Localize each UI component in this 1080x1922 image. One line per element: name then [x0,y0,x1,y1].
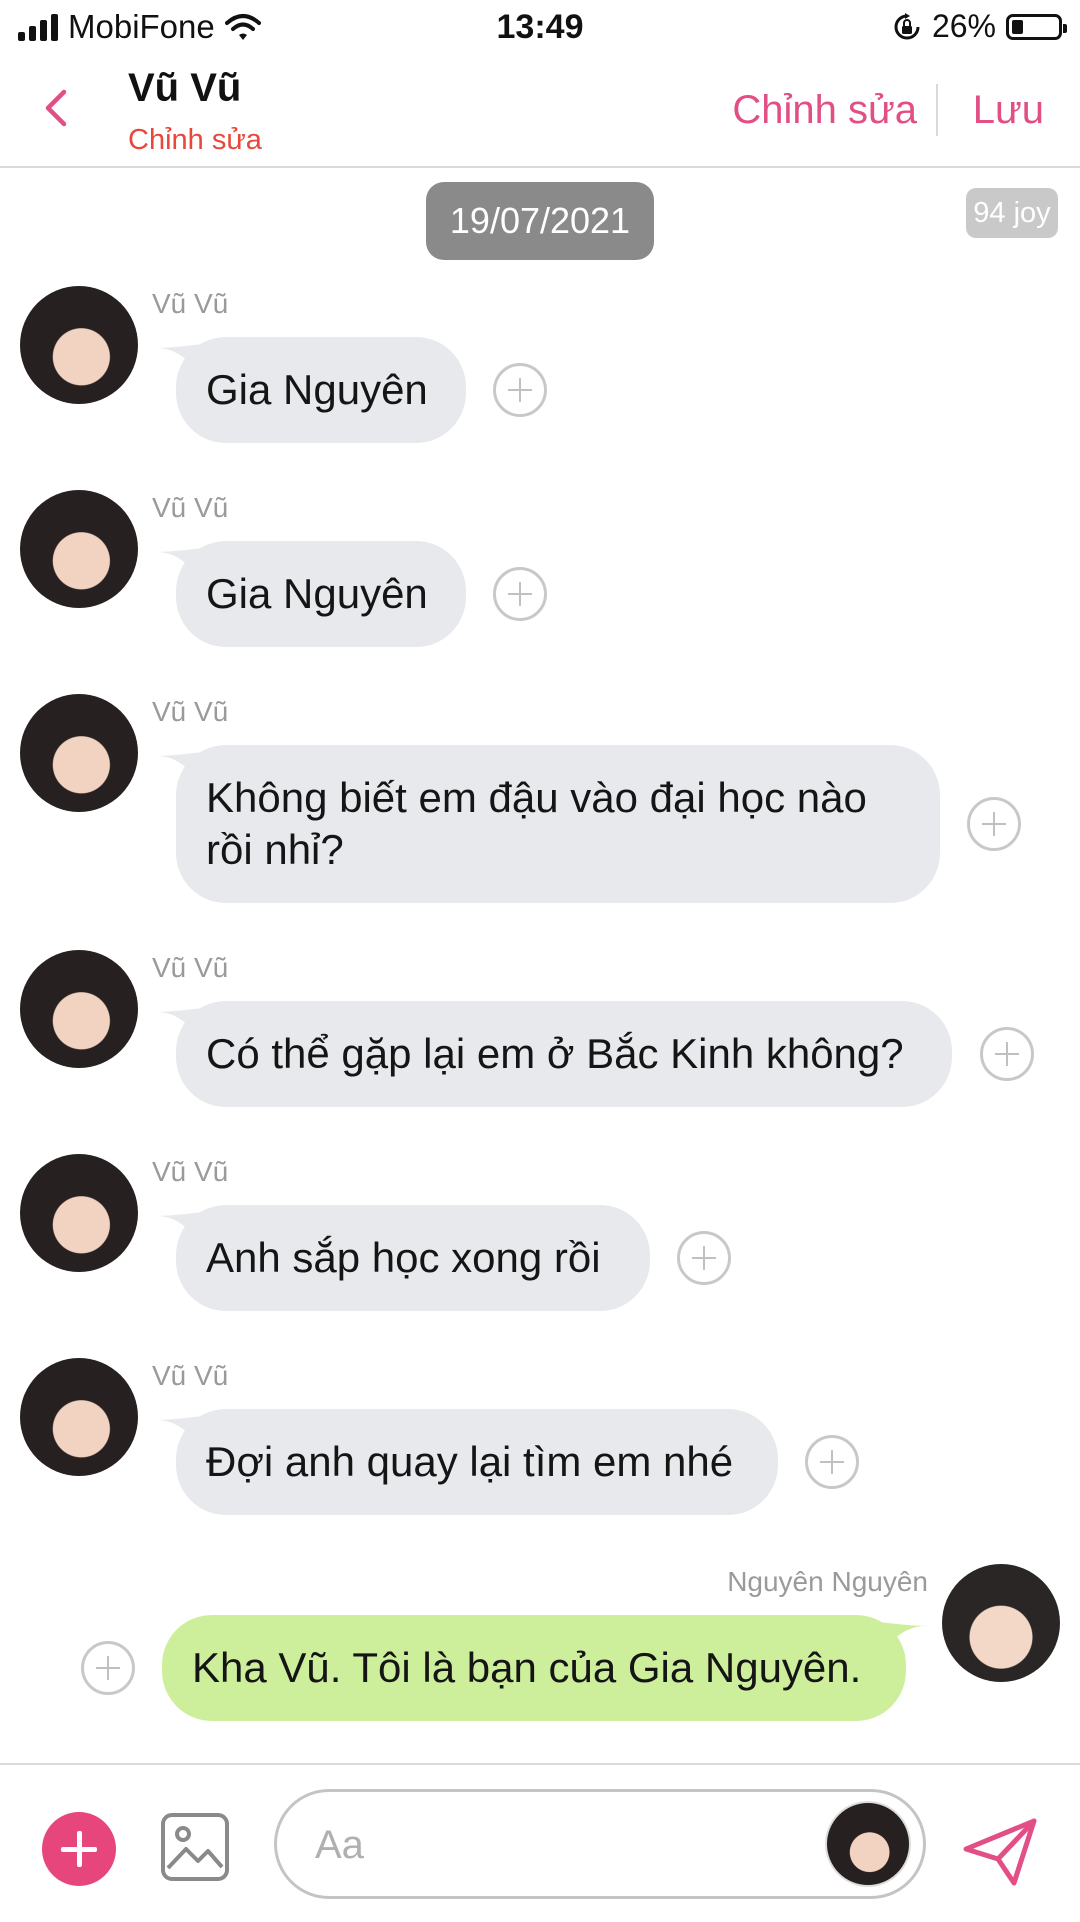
sender-name: Vũ Vũ [152,288,229,319]
sender-name: Vũ Vũ [152,1360,229,1391]
save-button[interactable]: Lưu [973,88,1044,133]
paper-plane-icon[interactable] [962,1817,1038,1887]
battery-icon [1006,13,1067,40]
message-bubble[interactable]: Không biết em đậu vào đại học nào rồi nh… [176,745,940,903]
plus-icon[interactable] [81,1641,135,1695]
message-bubble[interactable]: Kha Vũ. Tôi là bạn của Gia Nguyên. [162,1615,906,1721]
message-bubble[interactable]: Đợi anh quay lại tìm em nhé [176,1409,778,1515]
sender-name: Nguyên Nguyên [727,1566,928,1597]
avatar[interactable] [20,950,138,1068]
message-bubble[interactable]: Có thể gặp lại em ở Bắc Kinh không? [176,1001,952,1107]
chat-title: Vũ Vũ [128,66,242,110]
message-text: Kha Vũ. Tôi là bạn của Gia Nguyên. [192,1644,862,1691]
plus-icon[interactable] [493,567,547,621]
message-text: Anh sắp học xong rồi [206,1234,601,1281]
plus-icon[interactable] [677,1231,731,1285]
message-bubble[interactable]: Gia Nguyên [176,541,466,647]
sender-name: Vũ Vũ [152,696,229,727]
chat-subtitle[interactable]: Chỉnh sửa [128,124,262,157]
header-divider [936,84,938,136]
orientation-lock-icon [894,12,920,39]
chevron-left-icon[interactable] [36,86,80,130]
plus-circle-icon[interactable] [42,1812,116,1886]
plus-icon[interactable] [980,1027,1034,1081]
chat-header: Vũ Vũ Chỉnh sửa Chỉnh sửa Lưu [0,58,1080,168]
avatar[interactable] [942,1564,1060,1682]
message-text: Gia Nguyên [206,366,428,413]
sender-name: Vũ Vũ [152,952,229,983]
sender-name: Vũ Vũ [152,492,229,523]
avatar[interactable] [20,694,138,812]
plus-icon[interactable] [967,797,1021,851]
avatar[interactable] [20,286,138,404]
avatar[interactable] [20,490,138,608]
battery-percent: 26% [931,8,996,44]
message-bubble[interactable]: Anh sắp học xong rồi [176,1205,650,1311]
message-bubble[interactable]: Gia Nguyên [176,337,466,443]
message-text: Gia Nguyên [206,570,428,617]
avatar[interactable] [20,1154,138,1272]
image-icon[interactable] [160,1812,230,1882]
message-input[interactable] [313,1810,757,1880]
date-separator: 19/07/2021 [426,182,654,260]
plus-icon[interactable] [805,1435,859,1489]
sender-name: Vũ Vũ [152,1156,229,1187]
message-input-box[interactable] [274,1789,926,1899]
status-right: 26% [892,8,1067,45]
joy-badge: 94 joy [966,188,1058,238]
message-text: Không biết em đậu vào đại học nào rồi nh… [206,774,867,873]
status-bar: MobiFone 13:49 26% [0,0,1080,58]
edit-button[interactable]: Chỉnh sửa [732,88,917,133]
plus-icon[interactable] [493,363,547,417]
composer-bar [0,1763,1080,1922]
message-text: Có thể gặp lại em ở Bắc Kinh không? [206,1030,904,1077]
avatar[interactable] [825,1801,911,1887]
avatar[interactable] [20,1358,138,1476]
message-text: Đợi anh quay lại tìm em nhé [206,1438,734,1485]
